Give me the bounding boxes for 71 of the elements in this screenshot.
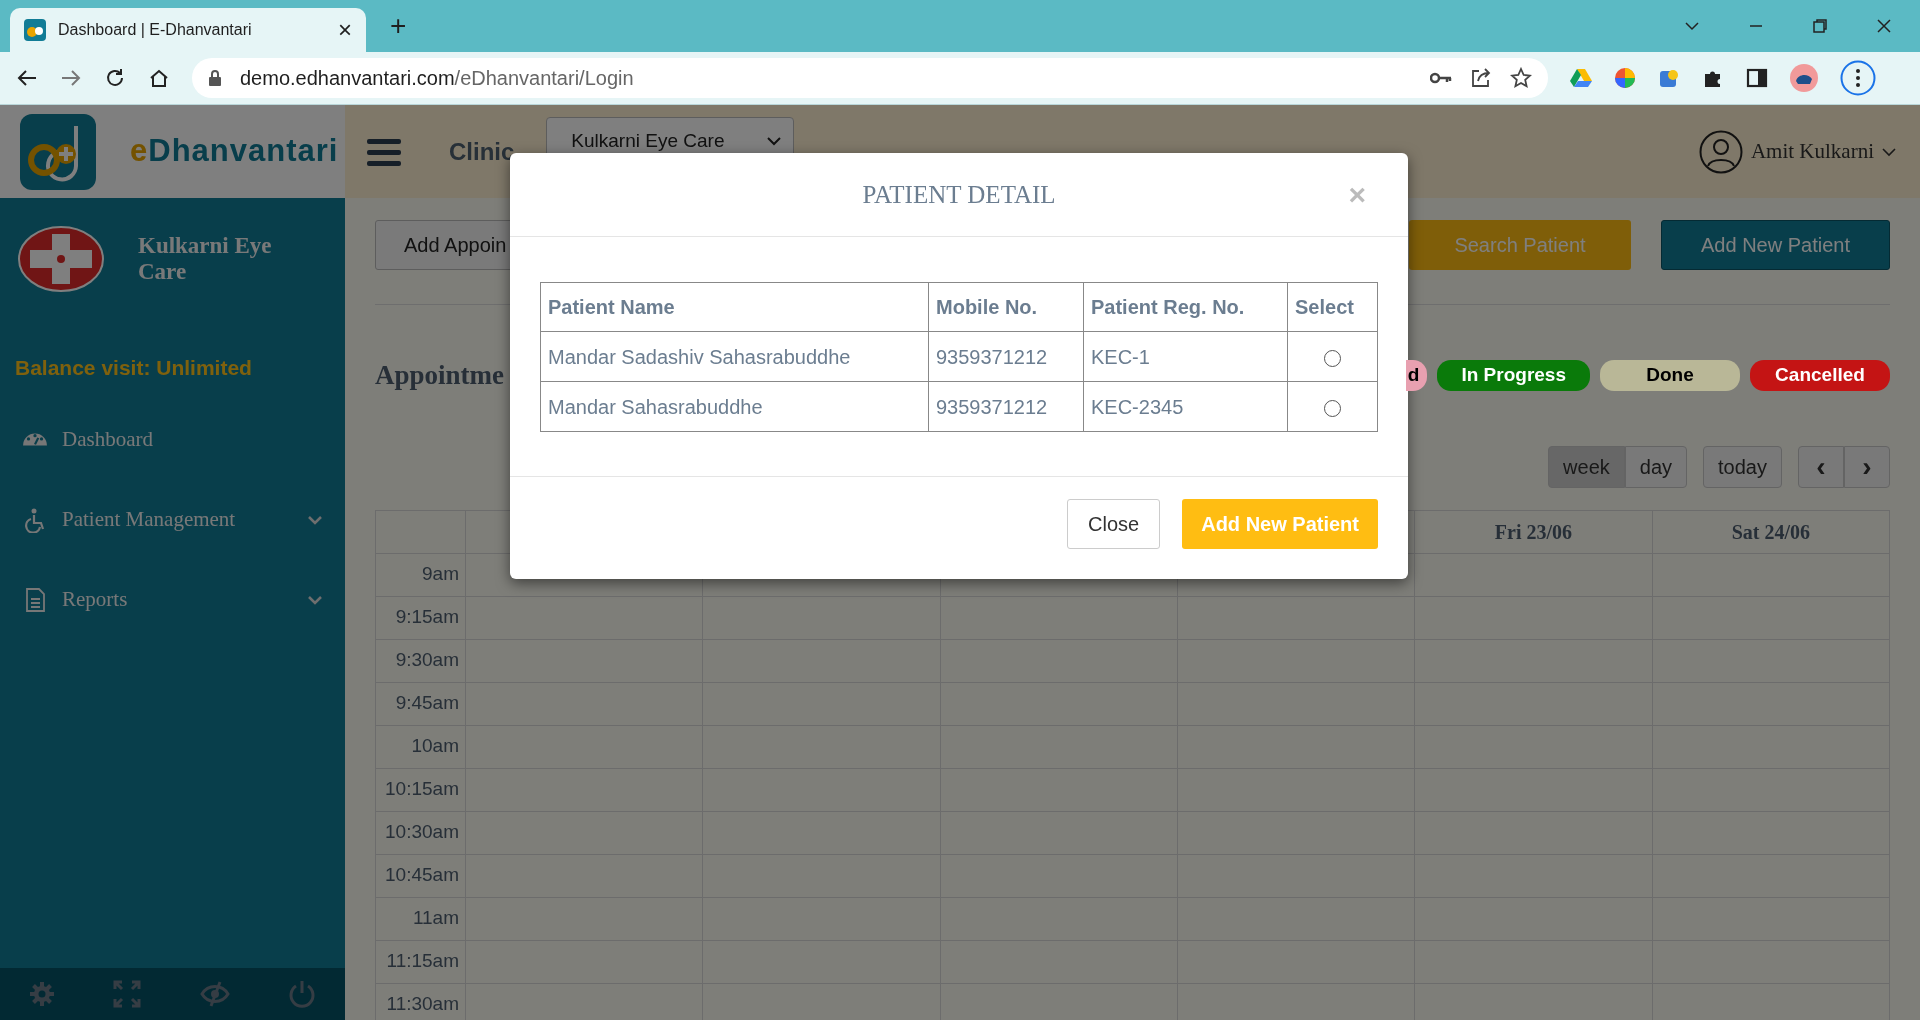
menu-icon[interactable]	[367, 137, 401, 166]
time-label: 9:15am	[395, 606, 459, 628]
table-cell: 9359371212	[936, 395, 1048, 418]
day-header: Fri 23/06	[1494, 520, 1573, 543]
column-header: Select	[1295, 296, 1354, 318]
medical-cross-icon	[18, 226, 104, 292]
address-bar[interactable]: demo.edhanvantari.com/eDhanvantari/Login	[192, 58, 1548, 98]
key-icon[interactable]	[1430, 71, 1452, 85]
color-wheel-icon[interactable]	[1614, 67, 1636, 89]
time-label: 11:30am	[386, 993, 459, 1015]
clinic-name: Kulkarni Eye Care	[138, 233, 273, 285]
chevron-down-icon	[1882, 146, 1896, 157]
time-label: 10:45am	[385, 864, 459, 886]
clinic-label: Clinic	[449, 136, 515, 167]
url-text: demo.edhanvantari.com/eDhanvantari/Login	[240, 66, 635, 91]
table-cell: Mandar Sahasrabuddhe	[548, 395, 763, 418]
time-label: 9:45am	[395, 692, 459, 714]
drive-icon[interactable]	[1570, 68, 1592, 88]
close-button[interactable]: Close	[1067, 499, 1161, 549]
side-panel-icon[interactable]	[1746, 67, 1768, 89]
menu-icon[interactable]	[1840, 60, 1876, 96]
column-header: Patient Reg. No.	[1091, 296, 1245, 318]
status-tag: Done	[1600, 360, 1740, 391]
table-cell: 9359371212	[936, 345, 1048, 368]
close-icon[interactable]	[1876, 18, 1892, 34]
chevron-down-icon	[767, 136, 782, 146]
extension-badge-icon[interactable]	[1658, 67, 1680, 89]
modal-title: PATIENT DETAIL	[862, 179, 1056, 210]
restore-icon[interactable]	[1812, 18, 1828, 34]
reload-icon[interactable]	[104, 67, 126, 89]
time-label: 9:30am	[395, 649, 459, 671]
home-icon[interactable]	[148, 67, 170, 89]
add-patient-button[interactable]: Add New Patient	[1661, 220, 1890, 270]
table-cell: KEC-1	[1091, 345, 1150, 368]
sidebar-item[interactable]: Dashboard	[0, 399, 345, 480]
profile-avatar-icon[interactable]	[1790, 64, 1818, 92]
time-label: 9am	[422, 563, 459, 585]
status-tag: d	[1405, 360, 1428, 391]
column-header: Patient Name	[548, 296, 675, 318]
logo-icon	[20, 113, 96, 190]
day-header: Sat 24/06	[1731, 520, 1810, 543]
time-label: 10:30am	[385, 821, 459, 843]
time-label: 11:15am	[386, 950, 459, 972]
browser-tab[interactable]: Dashboard | E-Dhanvantari ×	[10, 8, 366, 52]
section-title: Appointme	[375, 359, 504, 392]
time-label: 11am	[412, 907, 459, 929]
today-button[interactable]: today	[1703, 445, 1782, 488]
lock-icon	[208, 69, 222, 87]
table-cell: Mandar Sadashiv Sahasrabuddhe	[548, 345, 851, 368]
previous-button[interactable]: ‹	[1798, 445, 1844, 488]
view-button[interactable]: day	[1624, 445, 1688, 488]
status-tag: Cancelled	[1750, 360, 1890, 391]
view-button[interactable]: week	[1548, 445, 1625, 488]
time-label: 10am	[411, 735, 459, 757]
status-tag: In Progress	[1437, 360, 1590, 391]
sidebar-item[interactable]: Reports	[0, 559, 345, 640]
star-icon[interactable]	[1510, 67, 1532, 89]
user-avatar-icon[interactable]	[1698, 129, 1743, 174]
share-icon[interactable]	[1470, 67, 1492, 89]
site-icon	[24, 19, 46, 41]
next-button[interactable]: ›	[1844, 445, 1890, 488]
new-tab-button[interactable]: +	[384, 11, 413, 41]
brand-name: eDhanvantari	[130, 132, 339, 171]
gauge-icon	[22, 433, 48, 446]
sidebar-item[interactable]: Patient Management	[0, 479, 345, 560]
table-cell: KEC-2345	[1091, 395, 1184, 418]
balance-text: Balance visit: Unlimited	[14, 355, 253, 381]
user-menu[interactable]: Amit Kulkarni	[1750, 135, 1896, 168]
time-label: 10:15am	[385, 778, 459, 800]
close-icon[interactable]: ×	[338, 12, 352, 48]
column-header: Mobile No.	[936, 296, 1038, 318]
